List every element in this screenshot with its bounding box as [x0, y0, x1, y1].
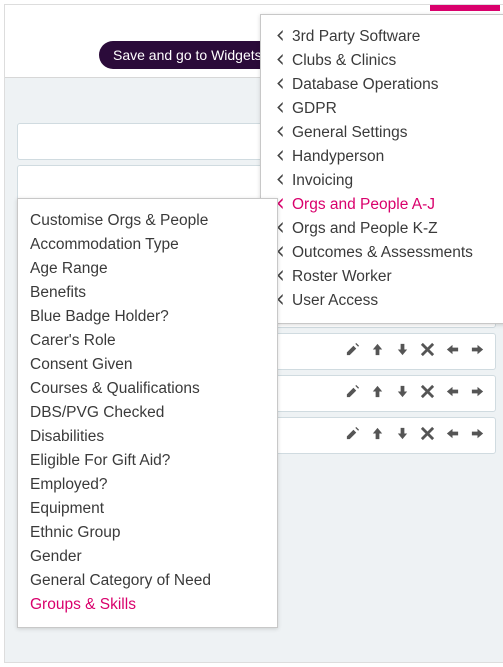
field-item-6[interactable]: Consent Given: [30, 353, 265, 377]
field-item-label: Customise Orgs & People: [30, 212, 208, 230]
down-icon[interactable]: [395, 342, 410, 361]
left-icon[interactable]: [445, 426, 460, 445]
field-item-5[interactable]: Carer's Role: [30, 329, 265, 353]
up-icon[interactable]: [370, 342, 385, 361]
category-item-1[interactable]: Clubs & Clinics: [275, 49, 503, 73]
left-icon[interactable]: [445, 342, 460, 361]
chevron-left-icon: [275, 76, 290, 94]
category-item-label: General Settings: [292, 124, 407, 142]
field-item-label: Equipment: [30, 500, 104, 518]
category-menu[interactable]: 3rd Party Software Clubs & Clinics Databas…: [260, 14, 503, 324]
delete-icon[interactable]: [420, 384, 435, 403]
category-item-2[interactable]: Database Operations: [275, 73, 503, 97]
field-item-1[interactable]: Accommodation Type: [30, 233, 265, 257]
chevron-left-icon: [275, 172, 290, 190]
field-item-label: Ethnic Group: [30, 524, 120, 542]
field-item-4[interactable]: Blue Badge Holder?: [30, 305, 265, 329]
category-item-5[interactable]: Handyperson: [275, 145, 503, 169]
field-item-2[interactable]: Age Range: [30, 257, 265, 281]
field-item-15[interactable]: General Category of Need: [30, 569, 265, 593]
chevron-left-icon: [275, 28, 290, 46]
field-item-label: Carer's Role: [30, 332, 116, 350]
category-item-10[interactable]: Roster Worker: [275, 265, 503, 289]
edit-icon[interactable]: [345, 426, 360, 445]
chevron-left-icon: [275, 100, 290, 118]
field-item-9[interactable]: Disabilities: [30, 425, 265, 449]
down-icon[interactable]: [395, 426, 410, 445]
field-item-label: Courses & Qualifications: [30, 380, 200, 398]
category-item-9[interactable]: Outcomes & Assessments: [275, 241, 503, 265]
right-icon[interactable]: [470, 384, 485, 403]
chevron-left-icon: [275, 148, 290, 166]
category-item-label: Orgs and People A-J: [292, 196, 435, 214]
field-item-label: General Category of Need: [30, 572, 211, 590]
field-item-label: Groups & Skills: [30, 596, 136, 614]
field-item-label: Age Range: [30, 260, 108, 278]
category-item-label: Roster Worker: [292, 268, 392, 286]
field-item-label: DBS/PVG Checked: [30, 404, 164, 422]
category-item-0[interactable]: 3rd Party Software: [275, 25, 503, 49]
down-icon[interactable]: [395, 384, 410, 403]
row-toolbar: [345, 342, 485, 361]
category-item-label: 3rd Party Software: [292, 28, 420, 46]
category-item-7[interactable]: Orgs and People A-J: [275, 193, 503, 217]
accent-tab: [430, 5, 500, 11]
right-icon[interactable]: [470, 342, 485, 361]
save-go-widgets-button[interactable]: Save and go to Widgets: [99, 41, 276, 69]
category-item-label: User Access: [292, 292, 378, 310]
row-toolbar: [345, 426, 485, 445]
field-item-16[interactable]: Groups & Skills: [30, 593, 265, 617]
category-item-label: Invoicing: [292, 172, 353, 190]
category-item-label: Orgs and People K-Z: [292, 220, 438, 238]
field-item-0[interactable]: Customise Orgs & People: [30, 209, 265, 233]
up-icon[interactable]: [370, 384, 385, 403]
field-item-label: Disabilities: [30, 428, 104, 446]
field-item-10[interactable]: Eligible For Gift Aid?: [30, 449, 265, 473]
edit-icon[interactable]: [345, 342, 360, 361]
field-item-14[interactable]: Gender: [30, 545, 265, 569]
field-item-label: Employed?: [30, 476, 108, 494]
left-icon[interactable]: [445, 384, 460, 403]
field-item-label: Benefits: [30, 284, 86, 302]
category-item-4[interactable]: General Settings: [275, 121, 503, 145]
field-item-label: Gender: [30, 548, 82, 566]
category-item-label: Outcomes & Assessments: [292, 244, 473, 262]
up-icon[interactable]: [370, 426, 385, 445]
chevron-left-icon: [275, 52, 290, 70]
right-icon[interactable]: [470, 426, 485, 445]
field-item-label: Blue Badge Holder?: [30, 308, 169, 326]
field-item-13[interactable]: Ethnic Group: [30, 521, 265, 545]
field-item-label: Eligible For Gift Aid?: [30, 452, 170, 470]
category-item-label: Handyperson: [292, 148, 384, 166]
edit-icon[interactable]: [345, 384, 360, 403]
category-item-6[interactable]: Invoicing: [275, 169, 503, 193]
field-item-7[interactable]: Courses & Qualifications: [30, 377, 265, 401]
category-item-label: Database Operations: [292, 76, 438, 94]
delete-icon[interactable]: [420, 426, 435, 445]
field-item-label: Accommodation Type: [30, 236, 179, 254]
field-item-3[interactable]: Benefits: [30, 281, 265, 305]
category-item-11[interactable]: User Access: [275, 289, 503, 313]
field-item-11[interactable]: Employed?: [30, 473, 265, 497]
category-item-label: GDPR: [292, 100, 337, 118]
field-item-label: Consent Given: [30, 356, 133, 374]
category-item-label: Clubs & Clinics: [292, 52, 396, 70]
category-item-8[interactable]: Orgs and People K-Z: [275, 217, 503, 241]
category-item-3[interactable]: GDPR: [275, 97, 503, 121]
field-submenu[interactable]: Customise Orgs & People Accommodation Typ…: [17, 198, 278, 628]
field-item-12[interactable]: Equipment: [30, 497, 265, 521]
field-item-8[interactable]: DBS/PVG Checked: [30, 401, 265, 425]
chevron-left-icon: [275, 124, 290, 142]
row-toolbar: [345, 384, 485, 403]
delete-icon[interactable]: [420, 342, 435, 361]
